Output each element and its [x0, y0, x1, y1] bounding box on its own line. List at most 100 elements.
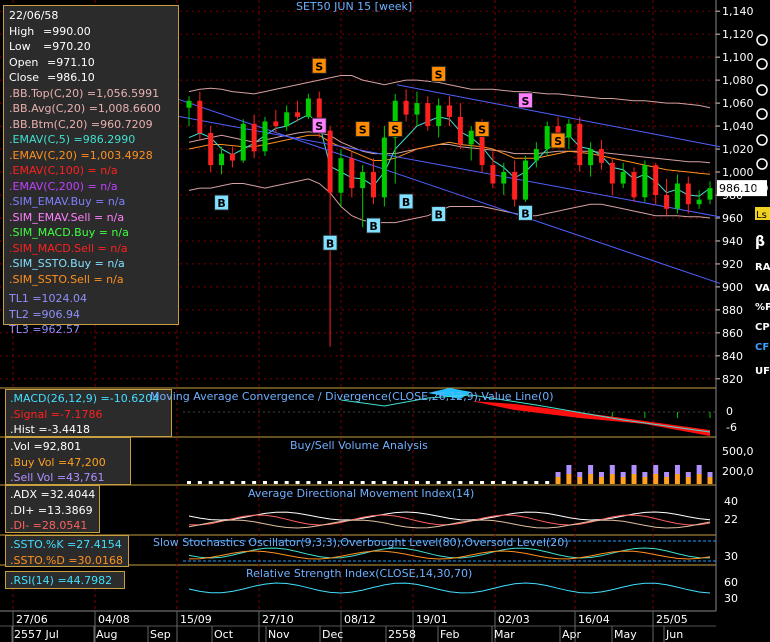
candle-body: [566, 123, 572, 138]
candle-body: [631, 172, 637, 198]
info-close-value: =986.10: [47, 71, 95, 84]
di-plus-value: .DI+ =13.3869: [10, 503, 93, 517]
volume-bar-small: [480, 481, 485, 484]
candle-body: [674, 183, 680, 209]
buy-volume-bar: [566, 474, 572, 484]
adx-y-tick: 40: [724, 495, 738, 508]
sell-volume-bar: [620, 472, 626, 477]
candle-body: [262, 121, 268, 152]
buy-signal-letter: B: [402, 196, 410, 209]
tool-ra[interactable]: RA: [755, 262, 770, 273]
volume-y-tick: 200,0: [722, 465, 754, 478]
volume-bar-small: [338, 481, 343, 484]
macd-red-fill: [471, 401, 710, 436]
candle-body: [522, 160, 528, 200]
sell-signal-letter: S: [435, 68, 443, 81]
tool-beta[interactable]: β: [755, 234, 765, 250]
info-sim-ssto-sell: .SIM_SSTO.Sell = n/a: [9, 272, 124, 286]
volume-bar-small: [512, 481, 517, 484]
volume-bar-small: [371, 481, 376, 484]
buy-volume-bar: [707, 477, 713, 484]
info-high-value: =990.00: [43, 24, 91, 38]
volume-bar-small: [447, 481, 452, 484]
candle-body: [457, 116, 463, 145]
vol-number: 92,801: [42, 440, 82, 453]
sell-volume-bar: [555, 472, 561, 477]
ssto-info-panel: .SSTO.%K =27.4154 .SSTO.%D =30.0168: [5, 535, 129, 567]
candle-body: [653, 165, 659, 195]
buy-signal-letter: B: [434, 209, 442, 222]
tool-cp[interactable]: CP: [755, 322, 770, 333]
info-open-label: Open: [9, 55, 39, 69]
adx-y-tick: 22: [724, 513, 738, 526]
buy-volume-bar: [642, 477, 648, 484]
x-tick-label: 19/01: [416, 613, 448, 626]
sell-volume-bar: [664, 472, 670, 477]
x-tick-label: 02/03: [498, 613, 530, 626]
info-emav200: .EMAV(C,200) = n/a: [9, 179, 118, 193]
sell-vol-number: 43,761: [66, 471, 105, 484]
info-sim-macd-sell: .SIM_MACD.Sell = n/a: [9, 241, 128, 255]
sell-volume-bar: [674, 465, 680, 474]
buy-signal-letter: B: [217, 197, 225, 210]
info-sim-macd-buy: .SIM_MACD.Buy = n/a: [9, 226, 129, 239]
sell-volume-bar: [631, 465, 637, 474]
ssto-k-label: SSTO.%K: [13, 538, 64, 551]
x-tick-label: 25/05: [656, 613, 688, 626]
sell-volume-bar: [609, 465, 615, 474]
candle-body: [501, 172, 507, 184]
sell-signal-alt-letter: S: [522, 95, 530, 108]
y-tick-label: 1,020: [722, 143, 754, 156]
candle-body: [425, 103, 431, 127]
y-tick-label: 1,140: [722, 5, 754, 18]
y-tick-label: 960: [722, 212, 743, 225]
info-bb-top: .BB.Top(C,20) =1,056.5991: [9, 86, 160, 100]
macd-hist: .Hist =-3.4418: [10, 423, 91, 436]
sell-signal-letter: S: [554, 135, 562, 148]
volume-bar-small: [219, 481, 224, 484]
y-tick-label: 900: [722, 281, 743, 294]
volume-bar-small: [436, 481, 441, 484]
candle-body: [620, 172, 626, 184]
candle-body: [490, 165, 496, 184]
ssto-k-number: 27.4154: [76, 538, 122, 551]
x-tick-label: 08/12: [344, 613, 376, 626]
candle-body: [273, 121, 279, 127]
candle-body: [588, 149, 594, 166]
adx-label: ADX: [13, 488, 38, 501]
macd-signal-label: Signal: [13, 407, 48, 421]
macd-value: .MACD(26,12,9) =-10.6204: [10, 392, 160, 405]
candle-body: [544, 126, 550, 150]
month-label: 2558: [388, 628, 416, 641]
buy-volume-bar: [620, 477, 626, 484]
volume-bar-small: [490, 481, 495, 484]
tool-cf[interactable]: CF: [755, 342, 769, 353]
y-tick-label: 840: [722, 350, 743, 363]
price-info-panel: 22/06/58 High =990.00 Low =970.20 Open =971…: [3, 5, 179, 336]
y-tick-label: 1,000: [722, 166, 754, 179]
buy-volume-bar: [631, 474, 637, 484]
volume-bar-small: [360, 481, 365, 484]
volume-bar-small: [382, 481, 387, 484]
candle-body: [468, 130, 474, 145]
sell-volume-bar: [577, 472, 583, 477]
rsi-y-tick: 30: [724, 592, 738, 605]
tool-uf[interactable]: UF: [755, 366, 770, 377]
buy-vol-value: .Buy Vol =47,200: [10, 455, 106, 469]
buy-volume-bar: [598, 477, 604, 484]
tool-percent-p[interactable]: %P: [755, 302, 770, 313]
adx-value: .ADX =32.4044: [10, 488, 96, 501]
candle-body: [414, 103, 420, 115]
candle-body: [371, 172, 377, 198]
macd-signal: .Signal =-7.1786: [10, 407, 103, 421]
tool-va[interactable]: VA: [755, 283, 770, 294]
buy-volume-bar: [696, 474, 702, 484]
candle-body: [295, 112, 301, 117]
candle-body: [208, 132, 214, 166]
volume-bar-small: [414, 481, 419, 484]
buy-signal-letter: B: [521, 207, 529, 220]
month-label: 2557 Jul: [14, 628, 59, 641]
info-tl2: TL2 =906.94: [9, 307, 81, 321]
x-tick-label: 27/06: [16, 613, 48, 626]
sell-signal-alt-letter: S: [315, 120, 323, 133]
